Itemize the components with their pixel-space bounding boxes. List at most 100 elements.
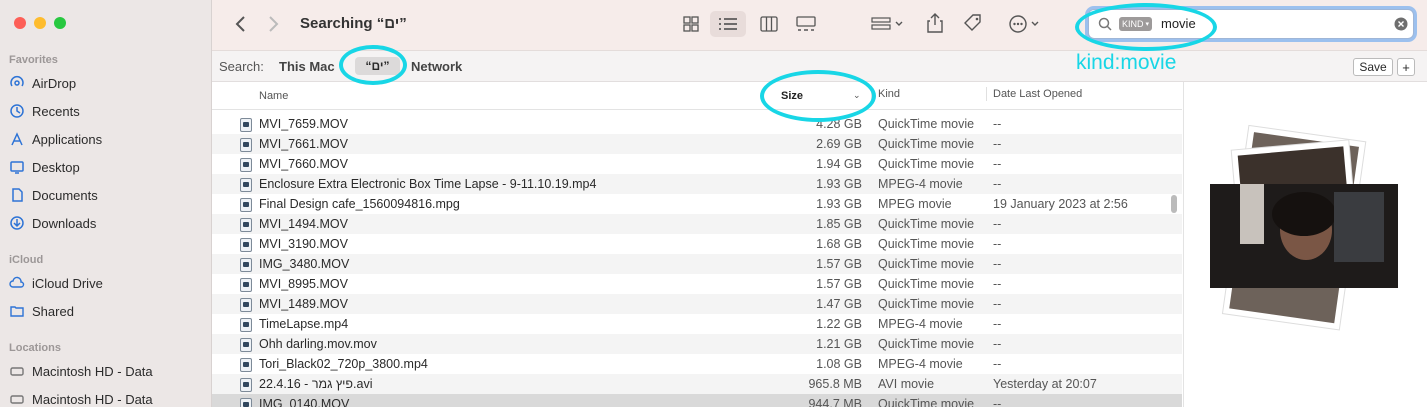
file-date: -- [993,337,1002,351]
file-kind: AVI movie [878,377,935,391]
sidebar-item-airdrop[interactable]: AirDrop [9,72,204,94]
file-size: 1.57 GB [816,257,862,271]
icon-view-button[interactable] [680,14,702,34]
ellipsis-circle-icon [1009,15,1039,33]
file-size: 1.93 GB [816,197,862,211]
zoom-window-button[interactable] [54,17,66,29]
column-header-name[interactable]: Name [259,90,288,102]
sidebar-item-downloads[interactable]: Downloads [9,212,204,234]
file-list: Name Size ⌄ Kind Date Last Opened MVI_76… [212,82,1182,407]
search-token-kind[interactable]: KIND ▾ [1119,17,1153,31]
applications-icon [11,132,23,146]
file-row[interactable]: Ohh darling.mov.mov 1.21 GB QuickTime movi… [212,334,1182,354]
list-view-button[interactable] [710,11,746,37]
sidebar-item-label: Macintosh HD - Data [32,363,153,379]
file-kind: QuickTime movie [878,137,975,151]
share-button[interactable] [925,12,945,34]
file-kind: QuickTime movie [878,157,975,171]
file-kind: QuickTime movie [878,277,975,291]
sidebar-item-macintosh-hd-data[interactable]: Macintosh HD - Data [9,360,204,382]
movie-file-icon [240,118,252,132]
list-icon [719,18,737,30]
sidebar-item-recents[interactable]: Recents [9,100,204,122]
file-row[interactable]: IMG_3480.MOV 1.57 GB QuickTime movie -- [212,254,1182,274]
back-button[interactable] [230,14,250,34]
file-row[interactable]: MVI_7659.MOV 4.28 GB QuickTime movie -- [212,114,1182,134]
save-search-button[interactable]: Save [1353,58,1393,76]
minimize-window-button[interactable] [34,17,46,29]
file-row[interactable]: Enclosure Extra Electronic Box Time Laps… [212,174,1182,194]
column-header-row: Name Size ⌄ Kind Date Last Opened [212,82,1182,110]
column-header-size[interactable]: Size [781,90,803,102]
icloud-header: iCloud [9,254,44,266]
clock-icon [10,104,24,118]
file-row[interactable]: MVI_1489.MOV 1.47 GB QuickTime movie -- [212,294,1182,314]
search-scope-bar: Search: This Mac “ים” Network Save + [212,51,1427,82]
more-actions-button[interactable] [1006,13,1046,35]
file-date: -- [993,357,1002,371]
search-field[interactable]: KIND ▾ movie [1088,9,1414,39]
clear-search-icon[interactable] [1394,17,1408,31]
file-kind: QuickTime movie [878,337,975,351]
column-view-button[interactable] [758,14,780,34]
chevron-right-icon [269,16,279,32]
scope-current-folder[interactable]: “ים” [355,57,400,75]
scope-this-mac[interactable]: This Mac [279,59,335,74]
movie-file-icon [240,258,252,272]
scope-network[interactable]: Network [411,59,462,74]
column-header-kind[interactable]: Kind [871,87,900,101]
file-row[interactable]: MVI_7660.MOV 1.94 GB QuickTime movie -- [212,154,1182,174]
file-row[interactable]: IMG_0140.MOV 944.7 MB QuickTime movie -- [212,394,1182,407]
close-window-button[interactable] [14,17,26,29]
file-row[interactable]: MVI_8995.MOV 1.57 GB QuickTime movie -- [212,274,1182,294]
file-date: -- [993,397,1002,407]
file-size: 2.69 GB [816,137,862,151]
tag-button[interactable] [962,12,984,34]
movie-file-icon [240,298,252,312]
sidebar-item-label: Desktop [32,159,80,175]
column-header-date[interactable]: Date Last Opened [986,87,1082,101]
file-size: 1.22 GB [816,317,862,331]
preview-pane [1183,82,1427,407]
sidebar-item-label: Applications [32,131,103,147]
file-row[interactable]: MVI_1494.MOV 1.85 GB QuickTime movie -- [212,214,1182,234]
file-name: TimeLapse.mp4 [259,317,349,331]
download-icon [10,216,24,230]
forward-button[interactable] [264,14,284,34]
search-token-label: KIND [1122,19,1144,29]
file-name: IMG_3480.MOV [259,257,350,271]
file-row[interactable]: TimeLapse.mp4 1.22 GB MPEG-4 movie -- [212,314,1182,334]
gallery-view-button[interactable] [794,14,818,34]
file-row[interactable]: 22.4.16 - פיץ גמר.avi 965.8 MB AVI movie Ye… [212,374,1182,394]
file-name: Ohh darling.mov.mov [259,337,377,351]
sidebar-item-applications[interactable]: Applications [9,128,204,150]
file-row[interactable]: MVI_3190.MOV 1.68 GB QuickTime movie -- [212,234,1182,254]
file-date: 19 January 2023 at 2:56 [993,197,1128,211]
disk-icon [10,395,24,404]
file-date: -- [993,117,1002,131]
locations-header: Locations [9,342,61,354]
file-date: -- [993,297,1002,311]
file-size: 1.57 GB [816,277,862,291]
file-kind: MPEG-4 movie [878,357,963,371]
file-name: MVI_7659.MOV [259,117,348,131]
file-name: Tori_Black02_720p_3800.mp4 [259,357,428,371]
airdrop-icon [10,76,24,87]
file-size: 1.08 GB [816,357,862,371]
add-criteria-button[interactable]: + [1397,58,1415,76]
file-name: Enclosure Extra Electronic Box Time Laps… [259,177,597,191]
file-size: 1.68 GB [816,237,862,251]
sidebar-item-documents[interactable]: Documents [9,184,204,206]
group-by-button[interactable] [868,14,908,34]
file-date: -- [993,257,1002,271]
file-kind: MPEG movie [878,197,952,211]
file-row[interactable]: MVI_7661.MOV 2.69 GB QuickTime movie -- [212,134,1182,154]
file-kind: QuickTime movie [878,217,975,231]
file-name: MVI_7661.MOV [259,137,348,151]
scrollbar-thumb[interactable] [1171,195,1177,213]
file-row[interactable]: Tori_Black02_720p_3800.mp4 1.08 GB MPEG-4 … [212,354,1182,374]
sidebar-item-icloud-drive[interactable]: iCloud Drive [9,272,204,294]
file-row[interactable]: Final Design cafe_1560094816.mpg 1.93 GB M… [212,194,1182,214]
sidebar-item-desktop[interactable]: Desktop [9,156,204,178]
sidebar-item-shared[interactable]: Shared [9,300,204,322]
